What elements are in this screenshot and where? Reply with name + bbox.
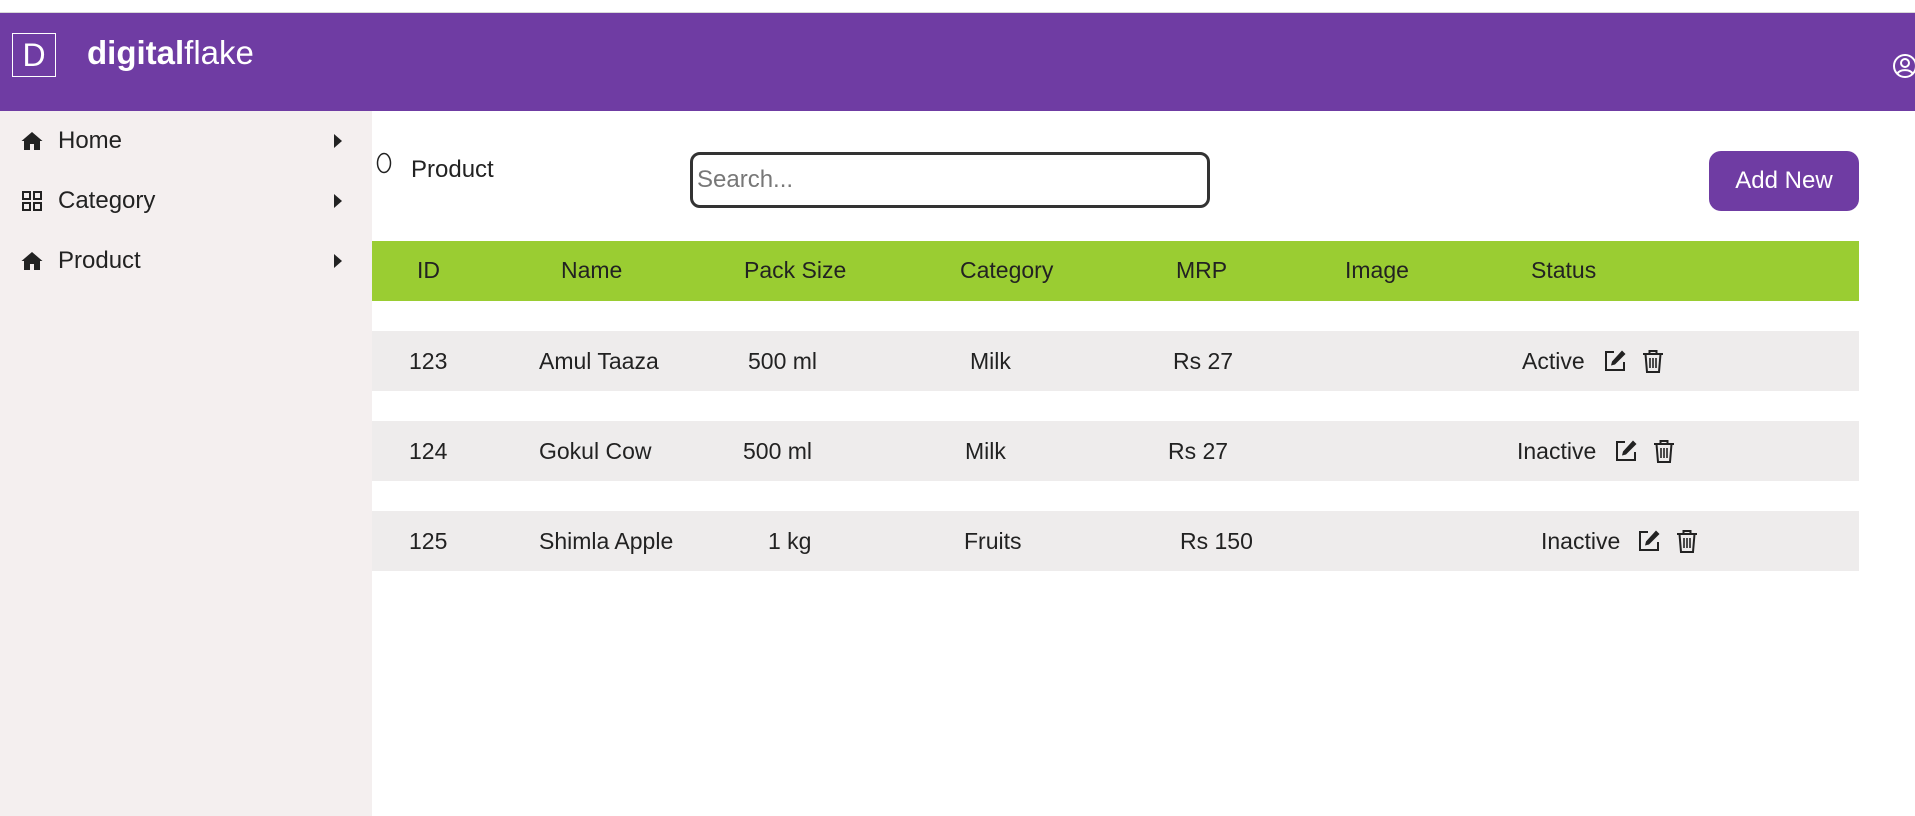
trash-icon[interactable] xyxy=(1651,438,1677,464)
cell-pack-size: 500 ml xyxy=(748,348,818,374)
cell-status: Inactive xyxy=(1541,528,1621,554)
caret-right-icon xyxy=(334,254,342,268)
cell-mrp: Rs 150 xyxy=(1180,528,1253,554)
cell-category: Fruits xyxy=(964,528,1022,554)
home-icon xyxy=(21,132,43,150)
cell-category: Milk xyxy=(970,348,1011,374)
table-row: 123 Amul Taaza 500 ml Milk Rs 27 Active xyxy=(372,331,1859,391)
edit-icon[interactable] xyxy=(1613,438,1639,464)
add-new-button[interactable]: Add New xyxy=(1709,151,1859,211)
cell-mrp: Rs 27 xyxy=(1173,348,1234,374)
sidebar-item-label: Home xyxy=(58,127,123,154)
column-header-image: Image xyxy=(1345,257,1409,283)
table-row: 124 Gokul Cow 500 ml Milk Rs 27 Inactive xyxy=(372,421,1859,481)
cell-id: 123 xyxy=(409,348,448,374)
cell-name: Gokul Cow xyxy=(539,438,652,464)
cell-name: Shimla Apple xyxy=(539,528,674,554)
trash-icon[interactable] xyxy=(1674,528,1700,554)
column-header-name: Name xyxy=(561,257,623,283)
brand-name-regular: flake xyxy=(184,34,254,71)
brand-name-bold: digital xyxy=(87,34,185,71)
cell-status: Active xyxy=(1522,348,1585,374)
column-header-category: Category xyxy=(960,257,1054,283)
cell-id: 125 xyxy=(409,528,448,554)
window-top-strip xyxy=(0,0,1915,13)
caret-right-icon xyxy=(334,134,342,148)
caret-right-icon xyxy=(334,194,342,208)
column-header-mrp: MRP xyxy=(1176,257,1228,283)
column-header-id: ID xyxy=(417,257,440,283)
grid-icon xyxy=(22,191,42,211)
brand-name: digitalflake xyxy=(87,33,254,73)
column-header-status: Status xyxy=(1531,257,1597,283)
sidebar-item-category[interactable]: Category xyxy=(0,176,372,226)
circle-icon xyxy=(376,152,392,174)
table-row: 125 Shimla Apple 1 kg Fruits Rs 150 Inac… xyxy=(372,511,1859,571)
logo-mark: D xyxy=(12,33,56,77)
table-header: ID Name Pack Size Category MRP Image Sta… xyxy=(372,241,1859,301)
trash-icon[interactable] xyxy=(1640,348,1666,374)
cell-id: 124 xyxy=(409,438,448,464)
sidebar-item-product[interactable]: Product xyxy=(0,236,372,286)
home-icon xyxy=(21,252,43,270)
search-input[interactable] xyxy=(690,152,1210,208)
cell-mrp: Rs 27 xyxy=(1168,438,1229,464)
edit-icon[interactable] xyxy=(1636,528,1662,554)
edit-icon[interactable] xyxy=(1602,348,1628,374)
sidebar-item-label: Category xyxy=(58,187,156,214)
user-circle-icon[interactable] xyxy=(1892,53,1915,79)
cell-pack-size: 500 ml xyxy=(743,438,813,464)
page-title: Product xyxy=(411,156,494,183)
cell-category: Milk xyxy=(965,438,1006,464)
cell-pack-size: 1 kg xyxy=(768,528,812,554)
cell-name: Amul Taaza xyxy=(539,348,659,374)
cell-status: Inactive xyxy=(1517,438,1597,464)
sidebar-item-home[interactable]: Home xyxy=(0,116,372,166)
column-header-pack-size: Pack Size xyxy=(744,257,847,283)
sidebar: Home Category Product xyxy=(0,111,372,816)
sidebar-item-label: Product xyxy=(58,247,141,274)
app-header: D digitalflake xyxy=(0,13,1915,111)
